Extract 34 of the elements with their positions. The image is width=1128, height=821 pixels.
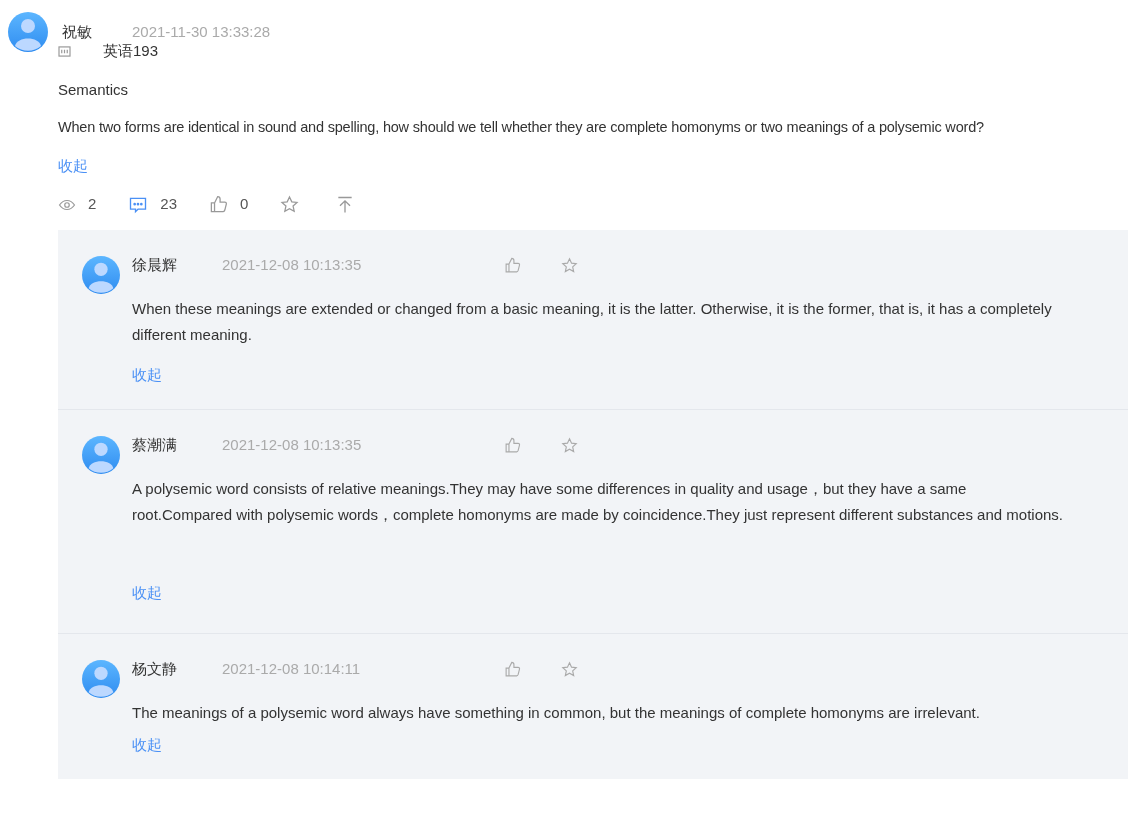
collapse-link[interactable]: 收起 — [132, 582, 162, 605]
book-icon — [58, 45, 71, 57]
star-icon[interactable] — [561, 436, 578, 454]
author-name: 徐晨辉 — [132, 254, 178, 275]
collapse-link[interactable]: 收起 — [58, 154, 88, 178]
avatar-icon — [82, 659, 120, 698]
reply-body: A polysemic word consists of relative meanings.They may have some differences in quality and usage，but they have a same root.Compared with polysemic words，complete homonyms are made by coincidence.They just represent different substances and motions. — [132, 479, 1064, 526]
avatar-icon — [82, 435, 120, 474]
post-time: 2021-11-30 13:33:28 — [132, 21, 271, 42]
reply-time: 2021-12-08 10:13:35 — [222, 254, 363, 275]
reply-body: The meanings of a polysemic word always have something in common, but the meanings of complete homonyms are irrelevant. — [132, 703, 981, 724]
thumbs-up-icon[interactable] — [504, 256, 521, 274]
avatar-icon — [82, 255, 120, 294]
avatar-icon — [8, 12, 48, 52]
view-count: 2 — [88, 194, 97, 215]
author-name: 祝敏 — [62, 21, 92, 42]
reply-body: When these meanings are extended or changed from a basic meaning, it is the latter. Otherwise, it is the former, that is, it has a completely different meaning. — [132, 299, 1053, 346]
reply-time: 2021-12-08 10:13:35 — [222, 434, 363, 455]
star-icon[interactable] — [561, 660, 578, 678]
collapse-link[interactable]: 收起 — [132, 364, 162, 387]
star-icon[interactable] — [561, 256, 578, 274]
like-count: 0 — [240, 194, 249, 215]
comment-count: 23 — [160, 194, 178, 215]
star-icon[interactable] — [280, 195, 300, 214]
course-name: 英语193 — [103, 41, 159, 61]
post-title: Semantics — [58, 79, 130, 100]
thumbs-up-icon[interactable] — [504, 436, 521, 454]
author-name: 蔡潮满 — [132, 434, 178, 455]
post-body: When two forms are identical in sound and spelling, how should we tell whether they are complete homonyms or two meanings of a polysemic word? — [58, 118, 985, 137]
reply-time: 2021-12-08 10:14:11 — [222, 658, 362, 679]
author-name: 杨文静 — [132, 658, 178, 679]
thumbs-up-icon[interactable] — [504, 660, 521, 678]
collapse-link[interactable]: 收起 — [132, 734, 162, 757]
thumbs-up-icon[interactable] — [209, 195, 229, 214]
